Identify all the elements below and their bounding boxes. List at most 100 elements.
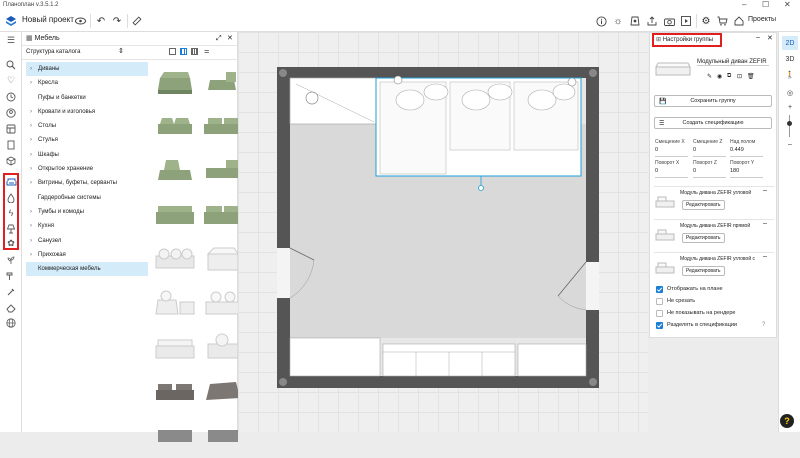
maximize-icon[interactable]: ☐: [762, 0, 769, 10]
module-remove-icon[interactable]: –: [763, 220, 767, 227]
video-icon[interactable]: [679, 14, 693, 28]
popout-icon[interactable]: ⤢: [216, 32, 222, 46]
zoom-slider[interactable]: [787, 115, 792, 137]
product-thumb[interactable]: [152, 150, 198, 192]
home-icon[interactable]: [733, 14, 745, 28]
category-item[interactable]: › Стулья: [26, 133, 148, 147]
walk-icon[interactable]: 🚶: [782, 68, 798, 82]
group-name[interactable]: Модульный диван ZEFIR: [697, 59, 769, 66]
save-group-button[interactable]: 💾 Сохранить группу: [654, 95, 772, 107]
product-thumb[interactable]: [152, 282, 198, 324]
delete-icon[interactable]: 🗑: [747, 73, 755, 80]
zoom-slider-thumb[interactable]: [787, 121, 792, 126]
module-edit-button[interactable]: Редактировать: [682, 200, 725, 210]
sort-icon[interactable]: ⇕: [118, 47, 124, 55]
filter-icon[interactable]: ⚌: [204, 48, 209, 55]
category-item[interactable]: › Кресла: [26, 76, 148, 90]
globe-icon[interactable]: [4, 316, 18, 329]
category-item[interactable]: Пуфы и банкетки: [26, 91, 148, 105]
eye-icon[interactable]: [74, 14, 86, 28]
fit-view-icon[interactable]: ◎: [782, 86, 798, 100]
search-icon[interactable]: [4, 58, 18, 71]
above-floor-input[interactable]: 0.449: [730, 147, 763, 157]
product-thumb[interactable]: [152, 326, 198, 368]
user-icon[interactable]: [4, 106, 18, 119]
category-item[interactable]: › Столы: [26, 119, 148, 133]
plant-icon[interactable]: [4, 253, 18, 266]
create-spec-button[interactable]: ☰ Создать спецификацию: [654, 117, 772, 129]
library-close-icon[interactable]: ✕: [227, 32, 233, 46]
rot-x-input[interactable]: 0: [655, 168, 688, 178]
view-small-icon[interactable]: [191, 48, 198, 55]
category-item[interactable]: Коммерческая мебель: [26, 262, 148, 277]
category-item[interactable]: › Открытое хранение: [26, 162, 148, 176]
eraser-icon[interactable]: [4, 301, 18, 314]
help-small-icon[interactable]: ?: [762, 322, 765, 328]
offset-x-input[interactable]: 0: [655, 147, 688, 157]
product-thumb[interactable]: [152, 370, 198, 412]
copy-icon[interactable]: ⧉: [727, 73, 731, 80]
ruler-icon[interactable]: [130, 14, 144, 28]
layers-icon[interactable]: [4, 122, 18, 135]
undo-icon[interactable]: ↶: [94, 14, 108, 28]
checkbox[interactable]: [656, 310, 663, 317]
checkbox[interactable]: [656, 298, 663, 305]
offset-z-input[interactable]: 0: [693, 147, 726, 157]
visibility-icon[interactable]: ◉: [717, 73, 722, 80]
product-thumb[interactable]: [152, 106, 198, 148]
category-item[interactable]: › Диваны: [26, 62, 148, 77]
info-icon[interactable]: [594, 14, 608, 28]
edit-icon[interactable]: ✎: [707, 73, 712, 80]
zoom-in-icon[interactable]: +: [782, 100, 798, 114]
cart-icon[interactable]: [715, 14, 729, 28]
ungroup-icon[interactable]: ⊡: [737, 73, 742, 80]
view-3d-button[interactable]: 3D: [782, 52, 798, 66]
view-grid-icon[interactable]: [180, 48, 187, 55]
sun-icon[interactable]: ☼: [611, 14, 625, 28]
heart-icon[interactable]: ♡: [4, 74, 18, 87]
view-large-icon[interactable]: [169, 48, 176, 55]
projects-link[interactable]: Проекты: [748, 16, 776, 23]
collapse-icon[interactable]: –: [756, 34, 760, 41]
clock-icon[interactable]: [4, 90, 18, 103]
product-thumb[interactable]: [152, 62, 198, 104]
help-button[interactable]: ?: [780, 414, 794, 428]
view-2d-button[interactable]: 2D: [782, 36, 798, 50]
product-thumb[interactable]: [152, 414, 198, 456]
minimize-icon[interactable]: –: [742, 0, 746, 10]
category-item[interactable]: › Санузел: [26, 234, 148, 248]
category-item[interactable]: › Витрины, буфеты, серванты: [26, 176, 148, 190]
panel-close-icon[interactable]: ✕: [767, 34, 773, 42]
gear-icon[interactable]: ⚙: [699, 14, 713, 28]
project-title[interactable]: Новый проект: [22, 15, 74, 24]
camera-icon[interactable]: [662, 14, 676, 28]
category-item[interactable]: › Тумбы и комоды: [26, 205, 148, 219]
module-edit-button[interactable]: Редактировать: [682, 233, 725, 243]
product-thumb[interactable]: [152, 194, 198, 236]
module-remove-icon[interactable]: –: [763, 187, 767, 194]
category-item[interactable]: › Шкафы: [26, 148, 148, 162]
module-remove-icon[interactable]: –: [763, 253, 767, 260]
category-item[interactable]: › Кровати и изголовья: [26, 105, 148, 119]
checkbox[interactable]: [656, 286, 663, 293]
category-item[interactable]: › Кухня: [26, 219, 148, 233]
export-icon[interactable]: [645, 14, 659, 28]
plan-canvas[interactable]: [238, 32, 648, 432]
close-icon[interactable]: ✕: [784, 0, 791, 10]
category-item[interactable]: Гардеробные системы: [26, 191, 148, 205]
rot-y-input[interactable]: 180: [730, 168, 763, 178]
checkbox[interactable]: [656, 322, 663, 329]
hammer-icon[interactable]: [4, 269, 18, 282]
zoom-out-icon[interactable]: –: [782, 137, 798, 151]
door-icon[interactable]: [4, 138, 18, 151]
rot-z-input[interactable]: 0: [693, 168, 726, 178]
category-item[interactable]: › Прихожая: [26, 248, 148, 262]
menu-icon[interactable]: ☰: [4, 34, 18, 47]
logo-icon[interactable]: [4, 14, 18, 28]
product-thumb[interactable]: [152, 238, 198, 280]
cube-icon[interactable]: [4, 154, 18, 167]
module-edit-button[interactable]: Редактировать: [682, 266, 725, 276]
brush-icon[interactable]: [4, 285, 18, 298]
render-icon[interactable]: [628, 14, 642, 28]
redo-icon[interactable]: ↷: [110, 14, 124, 28]
